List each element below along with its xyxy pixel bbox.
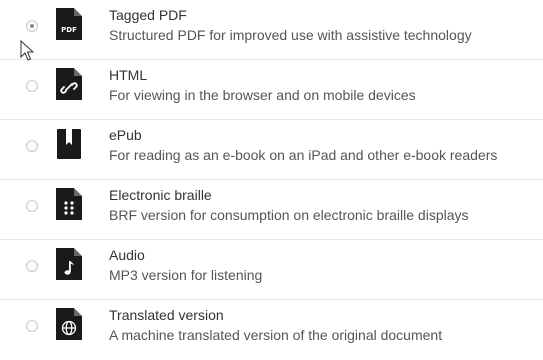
option-title: ePub bbox=[109, 127, 142, 143]
radio-tagged-pdf[interactable] bbox=[26, 20, 38, 32]
format-option-electronic-braille[interactable]: Electronic braille BRF version for consu… bbox=[0, 180, 543, 240]
format-option-epub[interactable]: ePub For reading as an e-book on an iPad… bbox=[0, 120, 543, 180]
braille-file-icon bbox=[56, 188, 82, 220]
option-title: HTML bbox=[109, 67, 148, 83]
epub-book-icon bbox=[56, 128, 82, 160]
radio-epub[interactable] bbox=[26, 140, 38, 152]
format-option-audio[interactable]: Audio MP3 version for listening bbox=[0, 240, 543, 300]
radio-electronic-braille[interactable] bbox=[26, 200, 38, 212]
option-title: Audio bbox=[109, 247, 145, 263]
format-options-list: PDF Tagged PDF Structured PDF for improv… bbox=[0, 0, 543, 360]
format-option-tagged-pdf[interactable]: PDF Tagged PDF Structured PDF for improv… bbox=[0, 0, 543, 60]
format-option-html[interactable]: HTML For viewing in the browser and on m… bbox=[0, 60, 543, 120]
format-option-translated-version[interactable]: Translated version A machine translated … bbox=[0, 300, 543, 360]
option-description: Structured PDF for improved use with ass… bbox=[109, 27, 472, 43]
radio-audio[interactable] bbox=[26, 260, 38, 272]
html-link-file-icon bbox=[56, 68, 82, 100]
option-description: A machine translated version of the orig… bbox=[109, 327, 443, 343]
option-description: BRF version for consumption on electroni… bbox=[109, 207, 469, 223]
option-title: Tagged PDF bbox=[109, 7, 187, 23]
radio-html[interactable] bbox=[26, 80, 38, 92]
radio-translated-version[interactable] bbox=[26, 320, 38, 332]
option-title: Translated version bbox=[109, 307, 224, 323]
option-description: MP3 version for listening bbox=[109, 267, 263, 283]
option-description: For reading as an e-book on an iPad and … bbox=[109, 147, 498, 163]
option-title: Electronic braille bbox=[109, 187, 212, 203]
svg-text:PDF: PDF bbox=[61, 26, 77, 34]
option-description: For viewing in the browser and on mobile… bbox=[109, 87, 416, 103]
translated-globe-file-icon bbox=[56, 308, 82, 340]
mouse-pointer-icon bbox=[20, 40, 35, 61]
audio-file-icon bbox=[56, 248, 82, 280]
pdf-file-icon: PDF bbox=[56, 8, 82, 40]
